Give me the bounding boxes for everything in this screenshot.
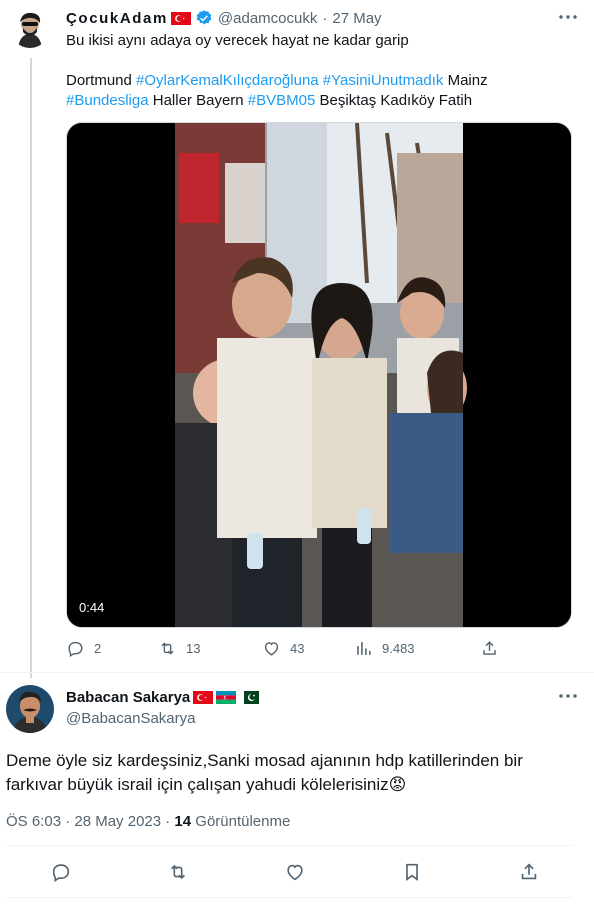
word: Dortmund bbox=[66, 72, 137, 89]
like-icon[interactable] bbox=[284, 861, 306, 883]
more-icon[interactable] bbox=[556, 8, 580, 26]
reply-icon bbox=[68, 641, 83, 658]
divider bbox=[6, 845, 572, 846]
tweet-text-line: Bu ikisi aynı adaya oy verecek hayat ne … bbox=[66, 32, 409, 49]
reply-actions bbox=[50, 861, 540, 883]
views-icon bbox=[357, 642, 371, 655]
reply-icon[interactable] bbox=[50, 861, 72, 883]
tweet-hashtags: Dortmund #OylarKemalKılıçdaroğluna #Yasi… bbox=[66, 71, 576, 111]
word: Haller Bayern bbox=[148, 92, 248, 109]
reply-text: Deme öyle siz kardeşsiniz,Sanki mosad aj… bbox=[6, 749, 566, 797]
tweet-date[interactable]: 27 May bbox=[332, 10, 381, 27]
avatar[interactable] bbox=[6, 685, 54, 733]
share-button[interactable] bbox=[480, 639, 508, 658]
pakistan-flag-icon bbox=[239, 691, 260, 704]
hashtag-link[interactable]: #YasiniUnutmadık bbox=[323, 72, 444, 89]
reply-tweet[interactable]: Babacan Sakarya @BabacanSakarya Deme öyl… bbox=[0, 672, 594, 908]
video-player[interactable]: 0:44 bbox=[66, 122, 572, 628]
reply-author-handle[interactable]: @BabacanSakarya bbox=[66, 710, 195, 727]
retweet-button[interactable]: 13 bbox=[158, 639, 262, 658]
avatar[interactable] bbox=[10, 8, 50, 48]
video-duration: 0:44 bbox=[79, 600, 105, 615]
retweet-count: 13 bbox=[186, 641, 201, 656]
word: Beşiktaş Kadıköy Fatih bbox=[315, 92, 473, 109]
tweet[interactable]: ÇocukAdam @adamcocukk · 27 May Bu ikisi … bbox=[0, 0, 594, 678]
reply-count: 2 bbox=[94, 641, 102, 656]
verified-icon bbox=[196, 10, 212, 25]
reply-view-count: 14 bbox=[174, 813, 192, 830]
reply-timestamp: ÖS 6:03 · 28 May 2023 · 14 Görüntülenme bbox=[6, 813, 290, 830]
turkey-flag-icon bbox=[193, 691, 214, 704]
reply-author-name[interactable]: Babacan Sakarya bbox=[66, 689, 190, 706]
reply-text-body: Deme öyle siz kardeşsiniz,Sanki mosad aj… bbox=[6, 751, 523, 794]
more-icon[interactable] bbox=[556, 687, 580, 705]
reply-author-header: Babacan Sakarya bbox=[66, 689, 260, 706]
hashtag-link[interactable]: #Bundesliga bbox=[66, 92, 149, 109]
share-icon[interactable] bbox=[518, 861, 540, 883]
retweet-icon[interactable] bbox=[167, 861, 189, 883]
divider bbox=[6, 897, 572, 898]
tweet-text: Bu ikisi aynı adaya oy verecek hayat ne … bbox=[66, 31, 576, 111]
reply-time[interactable]: ÖS 6:03 · 28 May 2023 · bbox=[6, 813, 174, 830]
like-button[interactable]: 43 bbox=[262, 639, 354, 658]
video-frame bbox=[67, 123, 571, 627]
author-name[interactable]: ÇocukAdam bbox=[66, 10, 168, 27]
hashtag-link[interactable]: #OylarKemalKılıçdaroğluna bbox=[136, 72, 319, 89]
separator: · bbox=[322, 9, 328, 27]
views-button[interactable]: 9.483 bbox=[354, 639, 480, 658]
like-icon bbox=[264, 642, 279, 656]
azerbaijan-flag-icon bbox=[216, 691, 237, 704]
like-count: 43 bbox=[290, 641, 305, 656]
share-icon bbox=[483, 641, 496, 655]
angry-emoji-icon: 😡 bbox=[388, 775, 407, 794]
tweet-actions: 2 13 43 9.483 bbox=[66, 639, 516, 658]
hashtag-link[interactable]: #BVBM05 bbox=[248, 92, 316, 109]
view-count: 9.483 bbox=[382, 641, 415, 656]
reply-view-label: Görüntülenme bbox=[191, 813, 291, 830]
tweet-header: ÇocukAdam @adamcocukk · 27 May bbox=[66, 9, 382, 27]
word: Mainz bbox=[443, 72, 488, 89]
thread-line bbox=[30, 58, 32, 678]
bookmark-icon[interactable] bbox=[401, 861, 423, 883]
reply-button[interactable]: 2 bbox=[66, 639, 158, 658]
turkey-flag-icon bbox=[170, 11, 191, 25]
retweet-icon bbox=[161, 642, 174, 655]
author-handle[interactable]: @adamcocukk bbox=[218, 10, 317, 27]
